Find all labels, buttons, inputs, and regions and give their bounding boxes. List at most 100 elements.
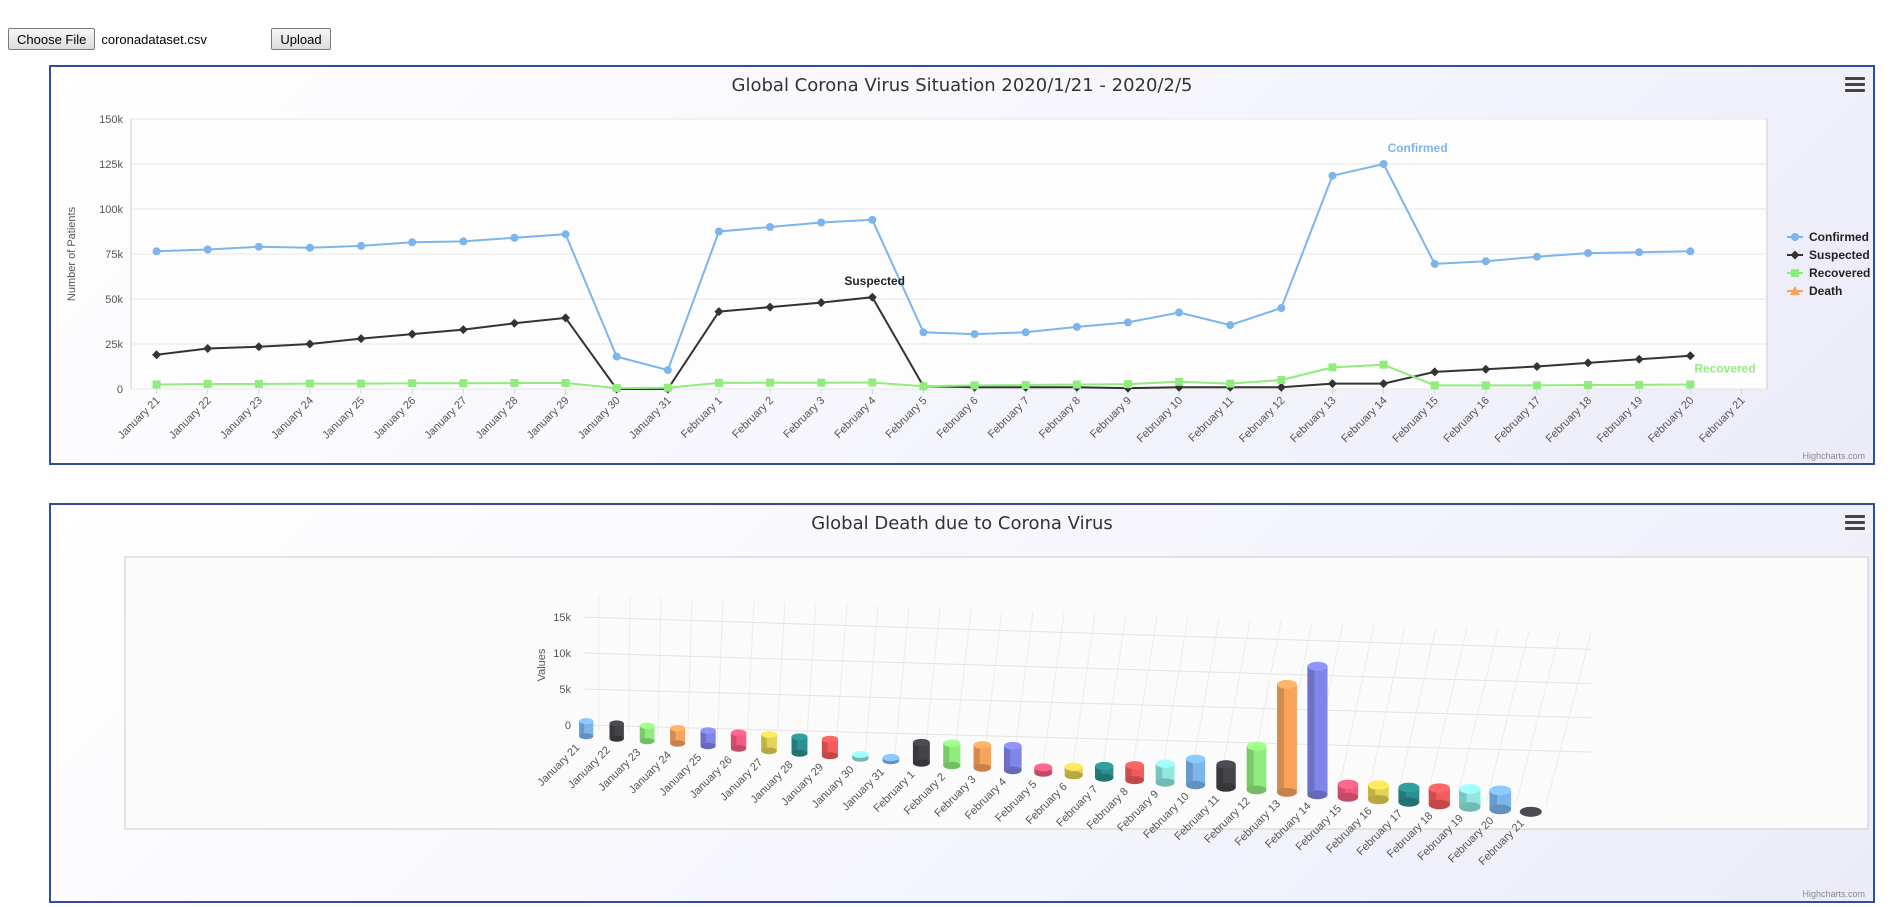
- data-point: [561, 230, 570, 239]
- bar-top: [1003, 741, 1022, 750]
- x-tick-label: February 5: [883, 395, 929, 441]
- legend-item-death: Death: [1809, 284, 1842, 298]
- bar: [1216, 760, 1236, 792]
- bar-base: [1459, 802, 1481, 812]
- y-tick-label: 15k: [553, 612, 571, 624]
- bar-base: [1155, 778, 1175, 787]
- data-point: [1175, 308, 1184, 317]
- chart-menu-icon[interactable]: [1845, 77, 1865, 93]
- bar: [670, 724, 686, 747]
- bar-top: [852, 750, 869, 758]
- y-tick-label: 0: [117, 384, 123, 396]
- x-tick-label: January 27: [422, 395, 469, 442]
- bar-base: [761, 747, 777, 755]
- data-point: [1635, 248, 1644, 257]
- bar-base: [700, 742, 716, 750]
- bar-base: [1186, 780, 1206, 790]
- x-tick-label: January 25: [320, 395, 367, 442]
- data-point: [305, 379, 314, 388]
- highcharts-credit[interactable]: Highcharts.com: [1802, 889, 1865, 899]
- x-tick-label: February 1: [679, 395, 725, 441]
- bar-top: [1307, 661, 1328, 671]
- bar: [821, 735, 839, 760]
- data-point: [1072, 322, 1081, 331]
- x-tick-label: February 13: [1288, 395, 1338, 445]
- bar-top: [609, 720, 624, 727]
- bar-base: [730, 745, 747, 752]
- bar: [912, 738, 930, 767]
- x-tick-label: February 21: [1697, 395, 1747, 445]
- x-tick-label: January 28: [474, 395, 521, 442]
- data-point: [1123, 380, 1132, 389]
- data-point: [612, 384, 621, 393]
- x-tick-label: February 19: [1595, 395, 1645, 445]
- data-point: [1226, 321, 1235, 330]
- bar: [1398, 782, 1420, 807]
- file-upload-bar: Choose File coronadataset.csv Upload: [8, 28, 331, 50]
- bar-top: [670, 724, 686, 732]
- x-tick-label: February 9: [1088, 395, 1134, 441]
- bar-top: [821, 735, 839, 743]
- data-point: [357, 241, 366, 250]
- bar-top: [1368, 780, 1389, 790]
- data-point: [868, 215, 877, 224]
- bar: [1003, 741, 1022, 775]
- bar-base: [973, 764, 992, 772]
- choose-file-button[interactable]: Choose File: [8, 28, 96, 50]
- legend-item-recovered: Recovered: [1809, 266, 1870, 280]
- bar-top: [912, 738, 930, 747]
- y-tick-label: 125k: [99, 159, 123, 171]
- y-tick-label: 100k: [99, 204, 123, 216]
- series-label-suspected: Suspected: [844, 274, 905, 288]
- bar-base: [1246, 785, 1267, 795]
- bar-top: [1186, 754, 1206, 764]
- legend-marker: [1790, 250, 1800, 260]
- bar: [1125, 761, 1144, 785]
- x-tick-label: January 23: [218, 395, 265, 442]
- bar-top: [730, 729, 747, 737]
- data-point: [663, 383, 672, 392]
- highcharts-credit[interactable]: Highcharts.com: [1802, 451, 1865, 461]
- upload-button[interactable]: Upload: [271, 28, 331, 50]
- data-point: [1123, 318, 1132, 327]
- bar: [1519, 806, 1542, 817]
- y-tick-label: 0: [565, 720, 571, 732]
- bar: [1155, 759, 1175, 787]
- data-point: [817, 378, 826, 387]
- data-point: [919, 328, 928, 337]
- bar: [1368, 780, 1389, 805]
- chart-menu-icon[interactable]: [1845, 515, 1865, 531]
- data-point: [1328, 363, 1337, 372]
- data-point: [1584, 381, 1593, 390]
- bar-top: [761, 731, 777, 738]
- bar: [639, 722, 655, 745]
- data-point: [1481, 381, 1490, 390]
- data-point: [408, 379, 417, 388]
- data-point: [305, 243, 314, 252]
- bar-base: [1428, 799, 1450, 810]
- bar: [579, 718, 594, 740]
- bar-top: [1428, 783, 1450, 793]
- data-point: [203, 379, 212, 388]
- data-point: [766, 378, 775, 387]
- bar-top: [943, 739, 961, 748]
- data-point: [970, 381, 979, 390]
- data-point: [1532, 252, 1541, 261]
- series-label-confirmed: Confirmed: [1388, 141, 1448, 155]
- data-point: [152, 380, 161, 389]
- x-tick-label: February 17: [1493, 395, 1543, 445]
- x-tick-label: February 7: [986, 395, 1032, 441]
- bar-base: [1368, 794, 1389, 805]
- x-tick-label: February 18: [1544, 395, 1594, 445]
- x-tick-label: February 16: [1442, 395, 1492, 445]
- bar-shade: [1277, 684, 1285, 793]
- legend-marker: [1791, 233, 1799, 241]
- series-label-recovered: Recovered: [1694, 362, 1755, 376]
- bar: [1034, 763, 1053, 777]
- data-point: [1686, 247, 1695, 256]
- x-tick-label: January 26: [371, 395, 418, 442]
- data-point: [357, 379, 366, 388]
- data-point: [1430, 259, 1439, 268]
- bar-top: [1489, 785, 1512, 796]
- x-tick-label: January 24: [269, 395, 316, 442]
